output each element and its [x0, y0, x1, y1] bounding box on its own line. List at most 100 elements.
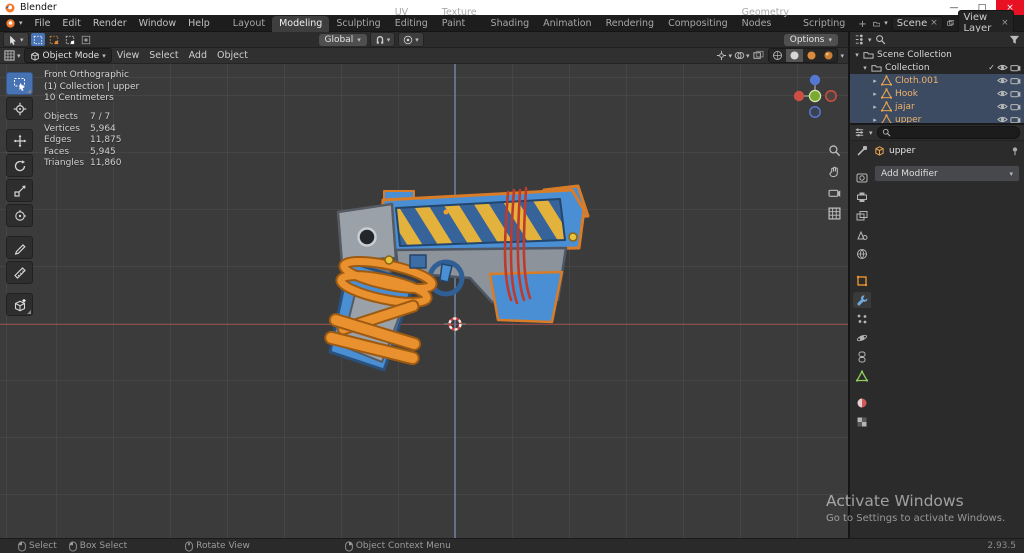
filter-icon[interactable] [1009, 34, 1020, 45]
active-object-name[interactable]: upper [889, 146, 915, 156]
tab-shading[interactable]: Shading [484, 16, 537, 32]
outliner-row-collection[interactable]: ▾ Collection ✓ [850, 61, 1024, 74]
gizmo-x-neg-axis[interactable] [825, 90, 837, 102]
properties-search[interactable] [876, 126, 1020, 139]
tab-geometry-nodes[interactable]: Geometry Nodes [735, 5, 796, 32]
render-visibility-icon[interactable] [1010, 114, 1021, 123]
select-mode-subtract-button[interactable] [63, 33, 77, 46]
outliner-editor-icon[interactable] [854, 34, 865, 45]
tab-output[interactable] [853, 189, 871, 205]
tab-layout[interactable]: Layout [226, 16, 272, 32]
hide-eye-icon[interactable] [997, 114, 1008, 123]
tab-world[interactable] [853, 246, 871, 262]
shading-solid-button[interactable] [786, 49, 804, 62]
shading-material-button[interactable] [803, 49, 820, 62]
render-visibility-icon[interactable] [1010, 101, 1021, 112]
gizmo-z-neg-axis[interactable] [809, 106, 821, 118]
transform-orientation-dropdown[interactable]: Global ▾ [318, 33, 367, 46]
toggle-ortho-button[interactable] [826, 205, 842, 221]
chevron-down-icon[interactable]: ▾ [840, 52, 844, 60]
scene-datablock[interactable]: Scene × [891, 15, 943, 31]
tab-sculpting[interactable]: Sculpting [329, 16, 387, 32]
browse-scene-icon[interactable] [873, 18, 881, 29]
pan-view-button[interactable] [826, 163, 842, 179]
gizmo-z-axis[interactable] [809, 74, 821, 86]
twisty-icon[interactable]: ▸ [871, 90, 879, 98]
tab-constraints[interactable] [853, 349, 871, 365]
app-menu-button[interactable]: ▾ [0, 18, 29, 29]
menu-select[interactable]: Select [144, 50, 183, 61]
snap-toggle[interactable]: ▾ [369, 32, 396, 47]
show-overlays-toggle[interactable]: ▾ [734, 50, 749, 61]
outliner-row-object[interactable]: ▸ jajar [850, 100, 1024, 113]
tab-material[interactable] [853, 395, 871, 411]
chevron-down-icon[interactable]: ▾ [884, 19, 888, 27]
hide-eye-icon[interactable] [997, 62, 1008, 73]
view-layer-icon[interactable] [947, 18, 955, 29]
outliner-row-scene-collection[interactable]: ▾ Scene Collection [850, 48, 1024, 61]
tool-add-cube[interactable] [6, 293, 33, 316]
pin-icon[interactable] [1010, 146, 1020, 156]
tab-object-data[interactable] [853, 368, 871, 384]
select-mode-extend-button[interactable] [47, 33, 61, 46]
unlink-scene-icon[interactable]: × [930, 18, 938, 28]
zoom-view-button[interactable] [826, 142, 842, 158]
outliner-row-object[interactable]: ▸ Hook [850, 87, 1024, 100]
tab-particles[interactable] [853, 311, 871, 327]
twisty-icon[interactable]: ▾ [853, 51, 861, 59]
render-visibility-icon[interactable] [1010, 75, 1021, 86]
gizmo-x-axis[interactable] [793, 90, 805, 102]
tool-annotate[interactable] [6, 236, 33, 259]
tool-cursor[interactable] [6, 97, 33, 120]
select-mode-invert-button[interactable] [79, 33, 93, 46]
options-dropdown[interactable]: Options ▾ [783, 33, 838, 46]
tab-view-layer[interactable] [853, 208, 871, 224]
menu-help[interactable]: Help [182, 18, 216, 29]
tool-move[interactable] [6, 129, 33, 152]
render-visibility-icon[interactable] [1010, 88, 1021, 99]
menu-add[interactable]: Add [184, 50, 212, 61]
menu-view[interactable]: View [112, 50, 145, 61]
tab-scripting[interactable]: Scripting [796, 16, 852, 32]
hide-eye-icon[interactable] [997, 75, 1008, 86]
search-icon[interactable] [875, 34, 886, 45]
camera-view-button[interactable] [826, 184, 842, 200]
outliner-row-object[interactable]: ▸ Cloth.001 [850, 74, 1024, 87]
tab-rendering[interactable]: Rendering [599, 16, 662, 32]
exclude-checkbox[interactable]: ✓ [988, 63, 995, 72]
menu-object[interactable]: Object [212, 50, 253, 61]
navigation-gizmo[interactable] [793, 72, 837, 120]
menu-render[interactable]: Render [87, 18, 133, 29]
properties-editor-icon[interactable] [854, 127, 865, 138]
tab-modifiers[interactable] [853, 292, 871, 308]
menu-edit[interactable]: Edit [56, 18, 86, 29]
tool-measure[interactable] [6, 261, 33, 284]
tab-render[interactable] [853, 170, 871, 186]
tab-uv-editing[interactable]: UV Editing [388, 5, 435, 32]
outliner-row-object[interactable]: ▸ upper [850, 113, 1024, 123]
render-visibility-icon[interactable] [1010, 62, 1021, 73]
tab-texture[interactable] [853, 414, 871, 430]
twisty-icon[interactable]: ▸ [871, 116, 879, 124]
interaction-mode-dropdown[interactable]: Object Mode ▾ [23, 48, 112, 63]
gun-model[interactable] [322, 182, 602, 378]
search-input[interactable] [893, 127, 1015, 138]
tab-modeling[interactable]: Modeling [272, 15, 330, 32]
editor-type-dropdown[interactable]: ▾ [4, 50, 21, 61]
menu-window[interactable]: Window [133, 18, 182, 29]
shading-wireframe-button[interactable] [769, 49, 786, 62]
active-tool-dropdown[interactable]: ▾ [3, 32, 29, 47]
tool-select-box[interactable] [6, 72, 33, 95]
tab-animation[interactable]: Animation [536, 16, 598, 32]
tool-transform[interactable] [6, 204, 33, 227]
tab-compositing[interactable]: Compositing [661, 16, 735, 32]
chevron-down-icon[interactable]: ▾ [868, 36, 872, 44]
twisty-icon[interactable]: ▸ [871, 77, 879, 85]
add-modifier-button[interactable]: Add Modifier ▾ [874, 165, 1020, 182]
viewport-canvas[interactable]: Front Orthographic (1) Collection | uppe… [0, 64, 848, 538]
proportional-edit-toggle[interactable]: ▾ [398, 32, 424, 47]
chevron-down-icon[interactable]: ▾ [869, 129, 873, 137]
shading-rendered-button[interactable] [820, 49, 837, 62]
tab-texture-paint[interactable]: Texture Paint [435, 5, 484, 32]
select-mode-set-button[interactable] [30, 33, 45, 46]
